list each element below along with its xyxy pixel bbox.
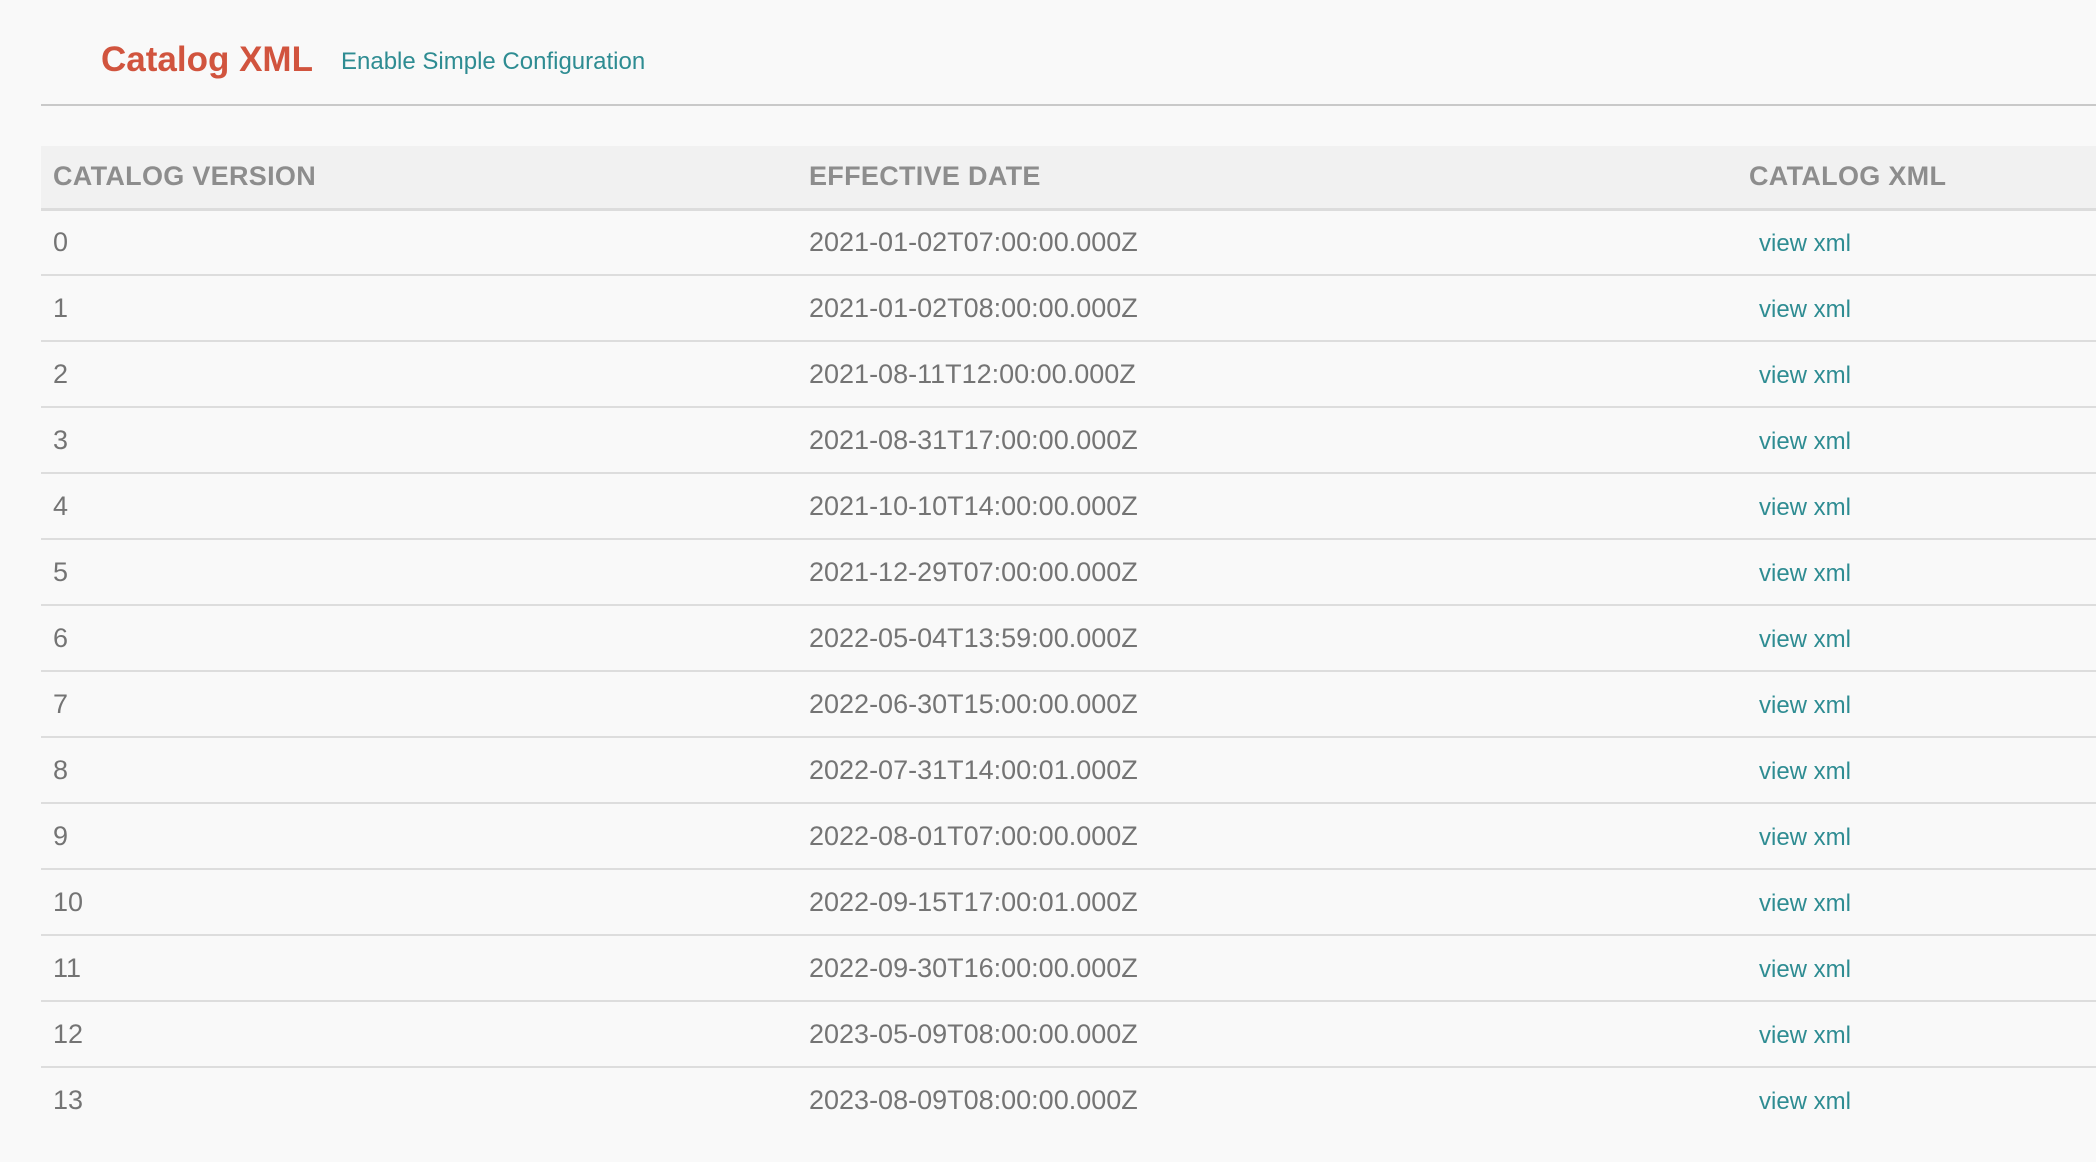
catalog-version-cell: 7 bbox=[41, 671, 797, 738]
effective-date-cell: 2021-01-02T08:00:00.000Z bbox=[797, 275, 1737, 342]
view-xml-link[interactable]: view xml bbox=[1759, 956, 1851, 983]
catalog-version-cell: 9 bbox=[41, 803, 797, 870]
effective-date-cell: 2021-12-29T07:00:00.000Z bbox=[797, 539, 1737, 606]
view-xml-link[interactable]: view xml bbox=[1759, 692, 1851, 719]
table-row: 10 2022-09-15T17:00:01.000Z view xml bbox=[41, 869, 2096, 936]
catalog-xml-cell: view xml bbox=[1737, 341, 2096, 408]
catalog-versions-table: CATALOG VERSION EFFECTIVE DATE CATALOG X… bbox=[41, 146, 2096, 1133]
table-row: 1 2021-01-02T08:00:00.000Z view xml bbox=[41, 275, 2096, 342]
catalog-xml-cell: view xml bbox=[1737, 869, 2096, 936]
table-row: 4 2021-10-10T14:00:00.000Z view xml bbox=[41, 473, 2096, 540]
view-xml-link[interactable]: view xml bbox=[1759, 296, 1851, 323]
table-row: 0 2021-01-02T07:00:00.000Z view xml bbox=[41, 209, 2096, 276]
catalog-xml-cell: view xml bbox=[1737, 605, 2096, 672]
catalog-version-cell: 2 bbox=[41, 341, 797, 408]
view-xml-link[interactable]: view xml bbox=[1759, 494, 1851, 521]
effective-date-cell: 2023-08-09T08:00:00.000Z bbox=[809, 1085, 1138, 1115]
catalog-xml-cell: view xml bbox=[1737, 539, 2096, 606]
catalog-xml-cell: view xml bbox=[1737, 671, 2096, 738]
catalog-version-cell: 3 bbox=[41, 407, 797, 474]
catalog-xml-cell: view xml bbox=[1737, 209, 2096, 276]
view-xml-link[interactable]: view xml bbox=[1759, 560, 1851, 587]
catalog-version-cell: 5 bbox=[41, 539, 797, 606]
table-row: 8 2022-07-31T14:00:01.000Z view xml bbox=[41, 737, 2096, 804]
table-row: 6 2022-05-04T13:59:00.000Z view xml bbox=[41, 605, 2096, 672]
catalog-xml-cell: view xml bbox=[1737, 275, 2096, 342]
catalog-xml-cell: view xml bbox=[1737, 803, 2096, 870]
table-row: 12 2023-05-09T08:00:00.000Z view xml bbox=[41, 1001, 2096, 1068]
view-xml-link[interactable]: view xml bbox=[1759, 362, 1851, 389]
catalog-xml-cell: view xml bbox=[1737, 1067, 2096, 1133]
table-row: 7 2022-06-30T15:00:00.000Z view xml bbox=[41, 671, 2096, 738]
effective-date-cell: 2021-10-10T14:00:00.000Z bbox=[797, 473, 1737, 540]
table-row: 13 2023-08-09T08:00:00.000Z view xml bbox=[41, 1067, 2096, 1133]
view-xml-link[interactable]: view xml bbox=[1759, 1022, 1851, 1049]
column-header-catalog-xml: CATALOG XML bbox=[1737, 146, 2096, 211]
table-row: 9 2022-08-01T07:00:00.000Z view xml bbox=[41, 803, 2096, 870]
catalog-xml-cell: view xml bbox=[1737, 1001, 2096, 1068]
column-header-catalog-version: CATALOG VERSION bbox=[41, 146, 797, 211]
view-xml-link[interactable]: view xml bbox=[1759, 758, 1851, 785]
catalog-version-cell: 6 bbox=[41, 605, 797, 672]
view-xml-link[interactable]: view xml bbox=[1759, 428, 1851, 455]
catalog-version-cell: 4 bbox=[41, 473, 797, 540]
table-row: 11 2022-09-30T16:00:00.000Z view xml bbox=[41, 935, 2096, 1002]
catalog-table-container: CATALOG VERSION EFFECTIVE DATE CATALOG X… bbox=[41, 146, 2096, 1133]
table-row: 5 2021-12-29T07:00:00.000Z view xml bbox=[41, 539, 2096, 606]
catalog-xml-cell: view xml bbox=[1737, 737, 2096, 804]
catalog-version-cell: 10 bbox=[41, 869, 797, 936]
page-title: Catalog XML bbox=[101, 40, 313, 79]
effective-date-cell: 2023-05-09T08:00:00.000Z bbox=[797, 1001, 1737, 1068]
effective-date-cell: 2022-05-04T13:59:00.000Z bbox=[797, 605, 1737, 672]
effective-date-cell: 2022-06-30T15:00:00.000Z bbox=[797, 671, 1737, 738]
catalog-version-cell: 1 bbox=[41, 275, 797, 342]
catalog-version-cell: 11 bbox=[41, 935, 797, 1002]
catalog-version-cell: 13 bbox=[53, 1085, 84, 1115]
header-divider bbox=[41, 104, 2096, 106]
table-header-row: CATALOG VERSION EFFECTIVE DATE CATALOG X… bbox=[41, 146, 2096, 211]
catalog-version-cell: 8 bbox=[41, 737, 797, 804]
effective-date-cell: 2021-01-02T07:00:00.000Z bbox=[797, 209, 1737, 276]
table-row: 2 2021-08-11T12:00:00.000Z view xml bbox=[41, 341, 2096, 408]
catalog-version-cell: 0 bbox=[41, 209, 797, 276]
catalog-xml-cell: view xml bbox=[1737, 407, 2096, 474]
view-xml-link[interactable]: view xml bbox=[1759, 890, 1851, 917]
effective-date-cell: 2022-07-31T14:00:01.000Z bbox=[797, 737, 1737, 804]
effective-date-cell: 2022-09-15T17:00:01.000Z bbox=[797, 869, 1737, 936]
effective-date-cell: 2022-08-01T07:00:00.000Z bbox=[797, 803, 1737, 870]
catalog-xml-cell: view xml bbox=[1737, 473, 2096, 540]
effective-date-cell: 2022-09-30T16:00:00.000Z bbox=[797, 935, 1737, 1002]
effective-date-cell: 2021-08-11T12:00:00.000Z bbox=[797, 341, 1737, 408]
column-header-effective-date: EFFECTIVE DATE bbox=[797, 146, 1737, 211]
catalog-xml-cell: view xml bbox=[1737, 935, 2096, 1002]
effective-date-cell: 2021-08-31T17:00:00.000Z bbox=[797, 407, 1737, 474]
view-xml-link[interactable]: view xml bbox=[1759, 626, 1851, 653]
catalog-version-cell: 12 bbox=[41, 1001, 797, 1068]
table-row: 3 2021-08-31T17:00:00.000Z view xml bbox=[41, 407, 2096, 474]
enable-simple-configuration-link[interactable]: Enable Simple Configuration bbox=[341, 46, 645, 78]
view-xml-link[interactable]: view xml bbox=[1759, 1088, 1851, 1115]
view-xml-link[interactable]: view xml bbox=[1759, 824, 1851, 851]
catalog-xml-page: Catalog XML Enable Simple Configuration … bbox=[0, 0, 2096, 1162]
page-header: Catalog XML Enable Simple Configuration bbox=[0, 0, 2096, 104]
view-xml-link[interactable]: view xml bbox=[1759, 230, 1851, 257]
